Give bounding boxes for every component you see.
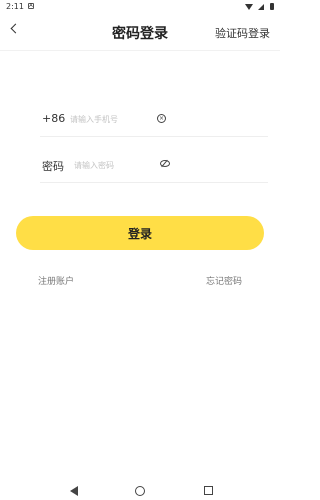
nav-back-icon[interactable] [70,486,78,496]
login-button[interactable]: 登录 [16,216,264,250]
country-code[interactable]: +86 [42,112,65,125]
eye-off-icon[interactable] [160,160,170,167]
top-app-bar: 密码登录 验证码登录 [0,14,280,51]
wifi-icon [244,3,253,10]
signal-icon [258,3,265,10]
status-indicators [244,2,274,11]
battery-icon [270,3,274,10]
system-nav-bar [0,482,280,500]
clear-circle-icon[interactable]: × [157,114,166,123]
status-bar: 2:11 A [0,0,280,14]
register-link[interactable]: 注册账户 [38,274,74,287]
nav-home-icon[interactable] [135,486,145,496]
status-time: 2:11 [6,2,24,11]
notification-icon: A [28,3,34,9]
password-field: 密码 [40,150,268,183]
nav-recents-icon[interactable] [204,486,213,495]
forgot-password-link[interactable]: 忘记密码 [206,274,242,287]
phone-field: +86 × [40,104,268,137]
password-label: 密码 [42,160,64,173]
sms-login-link[interactable]: 验证码登录 [215,25,270,41]
